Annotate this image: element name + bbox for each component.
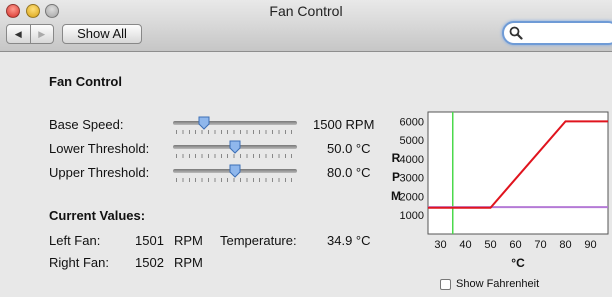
- temperature-value: 34.9 °C: [327, 233, 371, 248]
- y-tick-label: 5000: [400, 135, 424, 147]
- base-speed-value: 1500 RPM: [313, 117, 375, 132]
- upper-threshold-value: 80.0 °C: [327, 165, 371, 180]
- section-title: Fan Control: [49, 74, 122, 89]
- x-tick-label: 80: [559, 239, 571, 251]
- current-values-title: Current Values:: [49, 208, 146, 223]
- temperature-label: Temperature:: [220, 233, 297, 248]
- upper-threshold-label: Upper Threshold:: [49, 165, 150, 180]
- y-tick-label: 4000: [400, 154, 424, 166]
- right-fan-unit: RPM: [174, 255, 203, 270]
- y-tick-label: 1000: [400, 210, 424, 222]
- y-axis-label-letter: M: [391, 189, 401, 203]
- lower-threshold-slider[interactable]: [173, 140, 297, 160]
- forward-button[interactable]: ▶: [31, 25, 54, 43]
- base-speed-label: Base Speed:: [49, 117, 124, 132]
- y-tick-label: 2000: [400, 191, 424, 203]
- x-axis-label: °C: [511, 256, 525, 270]
- x-tick-label: 50: [484, 239, 496, 251]
- base-speed-slider-thumb[interactable]: [198, 116, 210, 130]
- upper-threshold-slider-thumb[interactable]: [229, 164, 241, 178]
- x-tick-label: 30: [434, 239, 446, 251]
- right-fan-value: 1502: [135, 255, 164, 270]
- x-tick-label: 90: [584, 239, 596, 251]
- back-forward-control: ◀ ▶: [6, 24, 54, 44]
- chart-plot-area: [427, 111, 609, 235]
- show-all-button[interactable]: Show All: [62, 24, 142, 44]
- search-input[interactable]: [502, 21, 612, 45]
- y-axis-label-letter: R: [392, 151, 401, 165]
- window-titlebar: Fan Control ◀ ▶ Show All: [0, 0, 612, 52]
- window-title: Fan Control: [269, 3, 343, 19]
- x-tick-label: 40: [459, 239, 471, 251]
- left-fan-label: Left Fan:: [49, 233, 101, 248]
- lower-threshold-slider-thumb[interactable]: [229, 140, 241, 154]
- x-tick-label: 70: [534, 239, 546, 251]
- base-speed-slider[interactable]: [173, 116, 297, 136]
- back-button[interactable]: ◀: [7, 25, 31, 43]
- y-tick-label: 3000: [400, 173, 424, 185]
- left-fan-value: 1501: [135, 233, 164, 248]
- lower-threshold-value: 50.0 °C: [327, 141, 371, 156]
- y-axis-label-letter: P: [392, 170, 400, 184]
- show-fahrenheit-checkbox[interactable]: [440, 279, 451, 290]
- right-fan-label: Right Fan:: [49, 255, 109, 270]
- show-fahrenheit-label: Show Fahrenheit: [456, 278, 540, 290]
- upper-threshold-slider[interactable]: [173, 164, 297, 184]
- x-tick-label: 60: [509, 239, 521, 251]
- y-tick-label: 6000: [400, 116, 424, 128]
- left-fan-unit: RPM: [174, 233, 203, 248]
- search-icon: [509, 26, 523, 40]
- lower-threshold-label: Lower Threshold:: [49, 141, 150, 156]
- fan-speed-chart: 1000 2000 3000 4000 5000 6000 30 40 50 60 70 80 90 RP…: [391, 111, 609, 270]
